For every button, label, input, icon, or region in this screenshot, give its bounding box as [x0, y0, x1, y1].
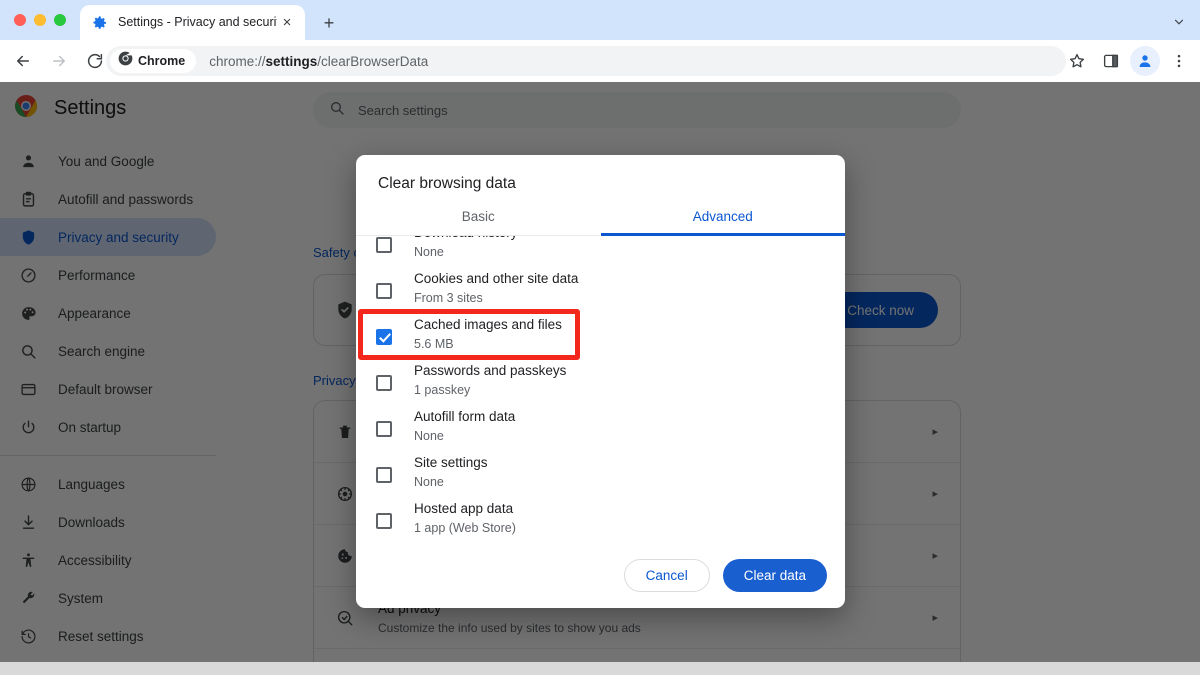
option-label: Site settings: [414, 455, 488, 470]
option-label: Autofill form data: [414, 409, 516, 424]
close-icon[interactable]: ×: [277, 13, 297, 33]
dialog-actions: Cancel Clear data: [623, 559, 827, 592]
tab-title: Settings - Privacy and securit: [118, 15, 277, 29]
maximize-window-button[interactable]: [54, 14, 66, 26]
horizontal-scrollbar[interactable]: [0, 662, 1200, 675]
browser-tab[interactable]: Settings - Privacy and securit ×: [80, 5, 305, 40]
url-prefix: chrome://: [209, 53, 266, 69]
checkbox[interactable]: [376, 421, 392, 437]
option-text: Passwords and passkeys 1 passkey: [414, 361, 566, 400]
checkbox[interactable]: [376, 237, 392, 253]
option-text: Hosted app data 1 app (Web Store): [414, 499, 516, 538]
option-site-settings[interactable]: Site settings None: [376, 453, 845, 499]
back-button[interactable]: [8, 46, 38, 76]
option-text: Cached images and files 5.6 MB: [414, 315, 562, 354]
clear-data-button[interactable]: Clear data: [722, 559, 827, 592]
chrome-chip: Chrome: [110, 49, 197, 73]
url-host: settings: [265, 53, 318, 69]
option-label: Hosted app data: [414, 501, 514, 516]
bookmark-star-icon[interactable]: [1062, 46, 1092, 76]
option-download-history[interactable]: Download history None: [376, 236, 845, 269]
tab-strip: Settings - Privacy and securit × +: [0, 0, 1200, 40]
checkbox[interactable]: [376, 283, 392, 299]
option-text: Download history None: [414, 236, 518, 262]
tab-basic[interactable]: Basic: [356, 209, 601, 235]
option-passwords-and-passkeys[interactable]: Passwords and passkeys 1 passkey: [376, 361, 845, 407]
checkbox[interactable]: [376, 329, 392, 345]
dialog-title: Clear browsing data: [378, 175, 516, 192]
option-text: Site settings None: [414, 453, 488, 492]
chrome-logo-small-icon: [118, 51, 133, 71]
side-panel-icon[interactable]: [1096, 46, 1126, 76]
chrome-chip-label: Chrome: [138, 54, 186, 68]
option-label: Cached images and files: [414, 317, 562, 332]
option-autofill-form-data[interactable]: Autofill form data None: [376, 407, 845, 453]
browser-window: Settings You and Google Autofill and pas…: [0, 0, 1200, 675]
option-sub: None: [414, 429, 444, 443]
address-bar[interactable]: Chrome chrome://settings/clearBrowserDat…: [106, 46, 1066, 76]
option-text: Autofill form data None: [414, 407, 515, 446]
window-controls: [14, 14, 66, 26]
option-sub: From 3 sites: [414, 291, 483, 305]
profile-avatar-icon[interactable]: [1130, 46, 1160, 76]
option-sub: 1 passkey: [414, 383, 471, 397]
tab-advanced[interactable]: Advanced: [600, 209, 846, 236]
option-sub: 5.6 MB: [414, 337, 454, 351]
three-dot-menu-icon[interactable]: [1164, 46, 1194, 76]
chevron-down-icon[interactable]: [1168, 11, 1190, 33]
option-sub: 1 app (Web Store): [414, 521, 516, 535]
option-sub: None: [414, 245, 444, 259]
url-path: /clearBrowserData: [317, 53, 429, 69]
gear-icon: [92, 15, 108, 31]
checkbox[interactable]: [376, 467, 392, 483]
option-sub: None: [414, 475, 444, 489]
clear-browsing-data-dialog: Clear browsing data Basic Advanced Downl…: [356, 155, 845, 608]
option-label: Passwords and passkeys: [414, 363, 567, 378]
dialog-tabs: Basic Advanced: [356, 209, 845, 236]
new-tab-button[interactable]: +: [316, 10, 342, 36]
dialog-options-list[interactable]: Download history None Cookies and other …: [356, 236, 845, 538]
checkbox[interactable]: [376, 513, 392, 529]
option-hosted-app-data[interactable]: Hosted app data 1 app (Web Store): [376, 499, 845, 538]
close-window-button[interactable]: [14, 14, 26, 26]
option-label: Download history: [414, 236, 518, 242]
minimize-window-button[interactable]: [34, 14, 46, 26]
option-cookies-and-other-site-data[interactable]: Cookies and other site data From 3 sites: [376, 269, 845, 315]
address-bar-url: chrome://settings/clearBrowserData: [209, 54, 428, 69]
cancel-button[interactable]: Cancel: [623, 559, 710, 592]
toolbar-actions: [1062, 46, 1194, 76]
checkbox[interactable]: [376, 375, 392, 391]
option-cached-images-and-files[interactable]: Cached images and files 5.6 MB: [376, 315, 845, 361]
option-label: Cookies and other site data: [414, 271, 579, 286]
forward-button[interactable]: [44, 46, 74, 76]
option-text: Cookies and other site data From 3 sites: [414, 269, 578, 308]
